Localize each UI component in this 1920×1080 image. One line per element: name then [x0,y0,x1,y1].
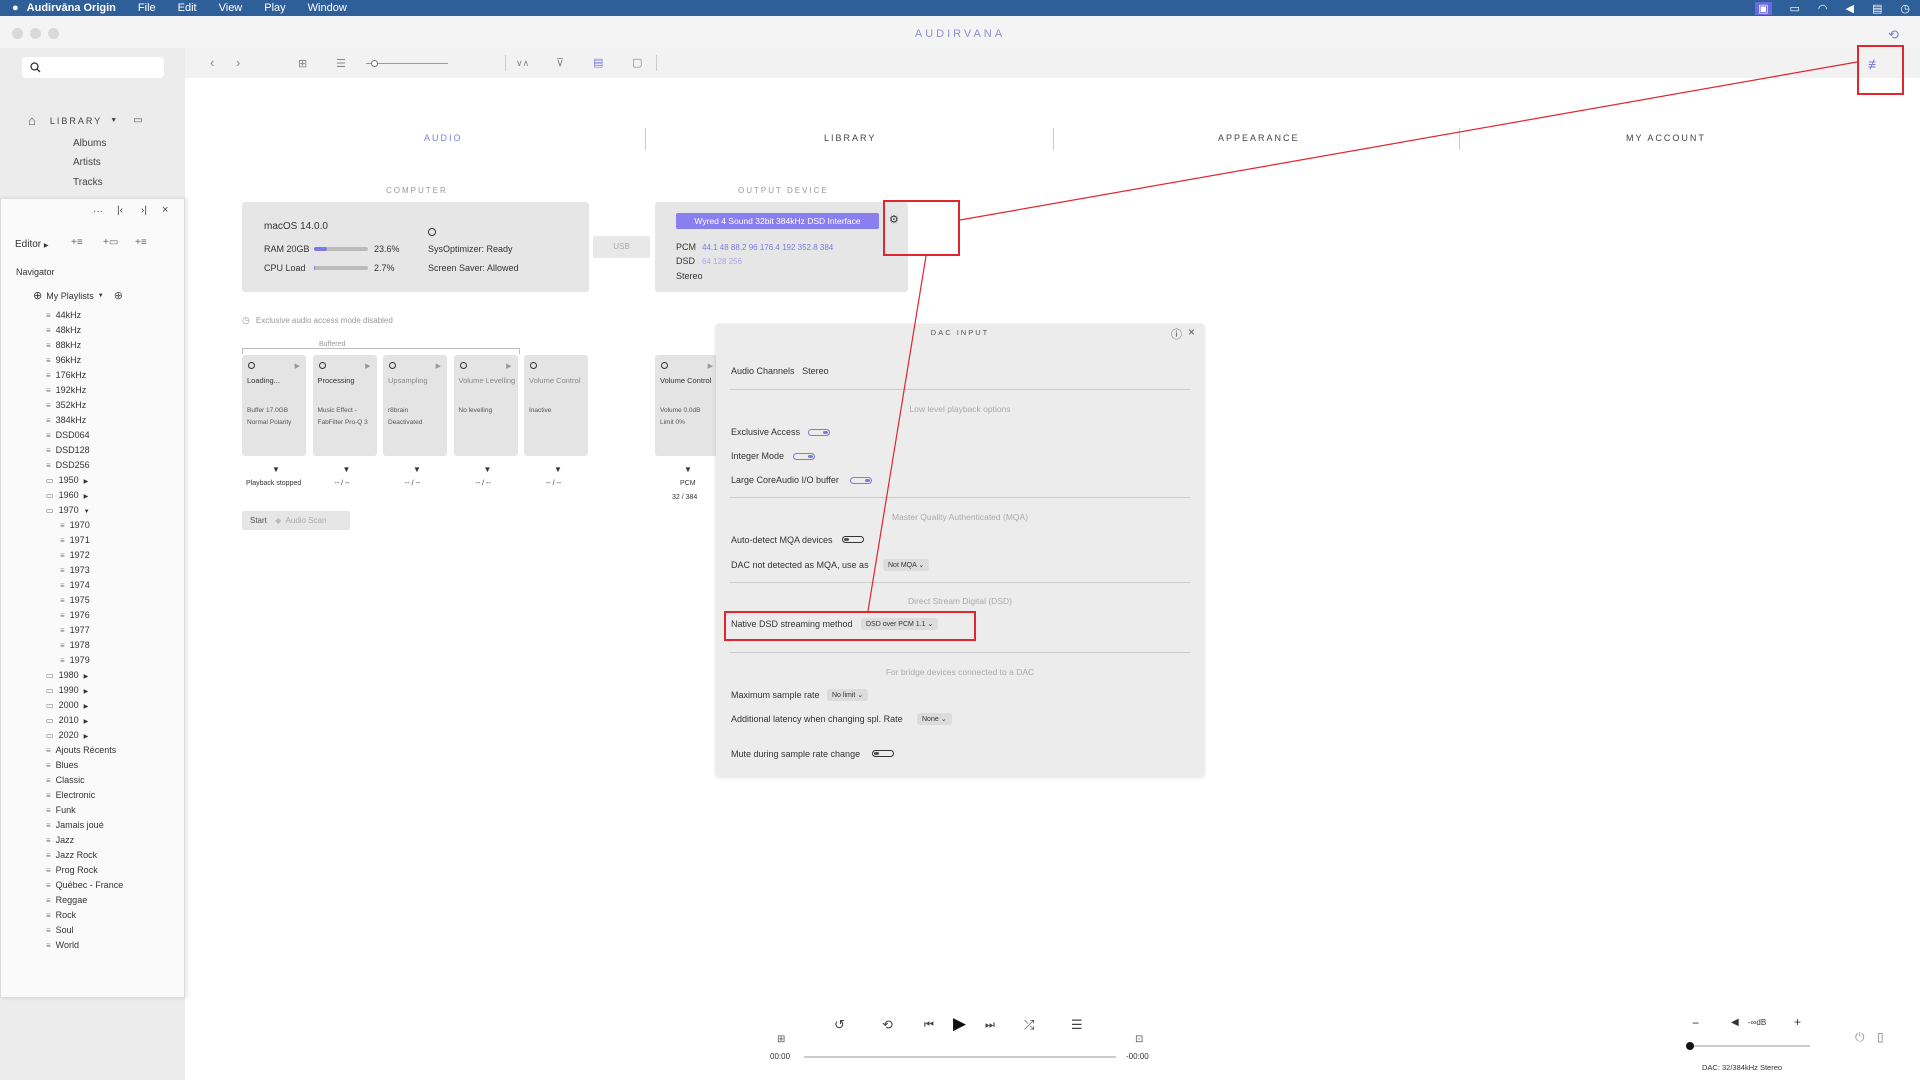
volume-slider[interactable] [1690,1045,1810,1047]
queue-icon[interactable]: ⊡ [1135,1034,1143,1045]
next-track-icon[interactable]: ⏭ [985,1019,995,1032]
seek-bar[interactable] [804,1056,1116,1058]
repeat-icon[interactable]: ↺ [834,1017,845,1033]
dac-status: DAC: 32/384kHz Stereo [1702,1063,1783,1072]
volume-down-button[interactable]: − [1692,1016,1699,1030]
shuffle-icon[interactable]: ⤮ [1024,1017,1034,1033]
play-icon[interactable]: ▶ [953,1014,966,1034]
volume-up-button[interactable]: + [1794,1015,1801,1029]
playlist-icon[interactable]: ☰ [1071,1017,1083,1033]
loop-icon[interactable]: ⟲ [882,1017,893,1033]
power-icon[interactable]: ⏻ [1855,1030,1865,1045]
speaker-icon: ◀ [1731,1017,1739,1028]
time-elapsed: 00:00 [770,1052,791,1061]
speaker-device-icon[interactable]: ▯ [1877,1030,1884,1044]
annotation-lines [867,61,1858,612]
volume-slider-knob[interactable] [1686,1042,1694,1050]
add-to-queue-icon[interactable]: ⊞ [777,1034,785,1045]
volume-level: -∞dB [1748,1018,1767,1027]
previous-track-icon[interactable]: ⏮ [924,1019,934,1032]
time-remaining: -00:00 [1126,1052,1149,1061]
